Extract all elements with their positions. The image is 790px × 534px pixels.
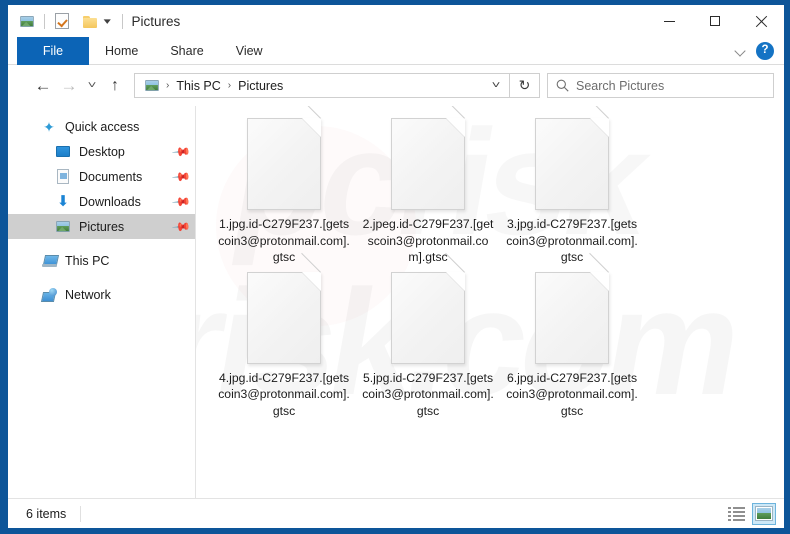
navigation-pane: ✦ Quick access Desktop 📌 Documents 📌 ⬇ D…: [8, 106, 196, 498]
generic-file-icon: [535, 106, 609, 210]
sidebar-item-this-pc[interactable]: This PC: [8, 248, 195, 273]
sidebar-item-pictures[interactable]: Pictures 📌: [8, 214, 195, 239]
back-arrow-icon[interactable]: ←: [30, 73, 56, 99]
sidebar-item-label: Desktop: [79, 144, 125, 159]
sidebar-item-downloads[interactable]: ⬇ Downloads 📌: [8, 189, 195, 214]
breadcrumb-pictures[interactable]: Pictures: [235, 79, 286, 93]
tab-file[interactable]: File: [17, 37, 89, 65]
sidebar-item-label: Network: [65, 287, 111, 302]
file-grid: 1.jpg.id-C279F237.[getscoin3@protonmail.…: [196, 106, 784, 419]
file-name-label: 3.jpg.id-C279F237.[getscoin3@protonmail.…: [506, 217, 638, 264]
pin-icon[interactable]: 📌: [171, 191, 191, 211]
pictures-icon: [54, 220, 72, 233]
window-controls: [646, 5, 784, 37]
desktop-icon: [54, 146, 72, 157]
breadcrumb: › This PC › Pictures: [135, 76, 483, 96]
tab-share[interactable]: Share: [154, 37, 219, 65]
ribbon-tab-bar: File Home Share View ?: [8, 37, 784, 65]
tab-view[interactable]: View: [220, 37, 279, 65]
maximize-button[interactable]: [692, 5, 738, 37]
file-name-label: 2.jpeg.id-C279F237.[getscoin3@protonmail…: [362, 217, 494, 264]
item-count-label: 6 items: [26, 506, 67, 521]
title-bar: ▾ Pictures: [8, 5, 784, 37]
expand-ribbon-chevron-down-icon[interactable]: [735, 45, 747, 57]
file-item[interactable]: 2.jpeg.id-C279F237.[getscoin3@protonmail…: [356, 106, 500, 266]
sidebar-item-quick-access[interactable]: ✦ Quick access: [8, 114, 195, 139]
pin-icon[interactable]: 📌: [171, 166, 191, 186]
close-button[interactable]: [738, 5, 784, 37]
file-item[interactable]: 6.jpg.id-C279F237.[getscoin3@protonmail.…: [500, 252, 644, 420]
file-item[interactable]: 3.jpg.id-C279F237.[getscoin3@protonmail.…: [500, 106, 644, 266]
sidebar-item-label: Documents: [79, 169, 143, 184]
sidebar-item-label: This PC: [65, 253, 110, 268]
search-input[interactable]: Search Pictures: [576, 79, 664, 93]
sidebar-item-documents[interactable]: Documents 📌: [8, 164, 195, 189]
generic-file-icon: [247, 106, 321, 210]
search-icon: [548, 79, 576, 92]
this-pc-icon: [40, 255, 58, 267]
breadcrumb-separator-1: ›: [166, 80, 170, 91]
documents-icon: [54, 169, 72, 184]
sidebar-item-label: Downloads: [79, 194, 141, 209]
recent-locations-chevron-down-icon[interactable]: ˅: [77, 73, 107, 99]
pin-icon[interactable]: 📌: [171, 216, 191, 236]
status-bar: 6 items: [8, 498, 784, 528]
network-icon: [40, 288, 58, 301]
sidebar-item-desktop[interactable]: Desktop 📌: [8, 139, 195, 164]
window-title: Pictures: [131, 13, 181, 29]
sidebar-item-label: Pictures: [79, 219, 125, 234]
status-divider: [80, 505, 82, 522]
tab-home[interactable]: Home: [89, 37, 154, 65]
picture-icon[interactable]: [17, 11, 37, 31]
main-body: ✦ Quick access Desktop 📌 Documents 📌 ⬇ D…: [8, 106, 784, 498]
toolbar-divider: [44, 13, 45, 29]
customize-dropdown-caret-icon[interactable]: ▾: [96, 16, 119, 26]
details-view-button[interactable]: [724, 503, 748, 525]
sidebar-item-network[interactable]: Network: [8, 282, 195, 307]
generic-file-icon: [535, 252, 609, 364]
file-name-label: 1.jpg.id-C279F237.[getscoin3@protonmail.…: [218, 217, 350, 264]
sidebar-item-label: Quick access: [65, 119, 140, 134]
file-list-pane[interactable]: pcrisk risk.com 1.jpg.id-C279F237.[getsc…: [196, 106, 784, 498]
address-dropdown-chevron-down-icon[interactable]: ˅: [477, 74, 516, 97]
properties-checkmark-icon[interactable]: [52, 11, 72, 31]
file-item[interactable]: 1.jpg.id-C279F237.[getscoin3@protonmail.…: [212, 106, 356, 266]
star-icon: ✦: [43, 118, 55, 135]
quick-access-toolbar: ▾ Pictures: [8, 5, 180, 37]
help-button[interactable]: ?: [756, 42, 774, 60]
toolbar-divider-2: [121, 13, 123, 29]
file-name-label: 6.jpg.id-C279F237.[getscoin3@protonmail.…: [506, 370, 638, 418]
generic-file-icon: [391, 106, 465, 210]
file-item[interactable]: 4.jpg.id-C279F237.[getscoin3@protonmail.…: [212, 252, 356, 420]
navigation-bar: ← → ˅ ↑ › This PC › Pictures ˅ ↻ Search …: [8, 65, 784, 106]
generic-file-icon: [247, 252, 321, 364]
downloads-icon: ⬇: [56, 193, 70, 210]
large-icons-view-button[interactable]: [752, 502, 776, 525]
pin-icon[interactable]: 📌: [171, 141, 191, 161]
file-name-label: 5.jpg.id-C279F237.[getscoin3@protonmail.…: [362, 370, 494, 418]
explorer-window: ▾ Pictures File Home Share View ? ← → ˅ …: [0, 0, 790, 534]
breadcrumb-separator-2: ›: [227, 80, 232, 91]
ribbon-right-controls: ?: [735, 37, 784, 65]
generic-file-icon: [391, 252, 465, 364]
window-client-area: ▾ Pictures File Home Share View ? ← → ˅ …: [8, 5, 784, 528]
breadcrumb-this-pc[interactable]: This PC: [173, 79, 223, 93]
view-mode-buttons: [724, 502, 776, 525]
search-box[interactable]: Search Pictures: [547, 73, 774, 98]
address-bar[interactable]: › This PC › Pictures ˅: [134, 73, 510, 98]
details-view-icon: [727, 507, 745, 521]
breadcrumb-picture-icon[interactable]: [142, 76, 162, 96]
file-name-label: 4.jpg.id-C279F237.[getscoin3@protonmail.…: [218, 370, 350, 418]
minimize-button[interactable]: [646, 5, 692, 37]
large-icons-view-icon: [755, 506, 773, 521]
file-item[interactable]: 5.jpg.id-C279F237.[getscoin3@protonmail.…: [356, 252, 500, 420]
